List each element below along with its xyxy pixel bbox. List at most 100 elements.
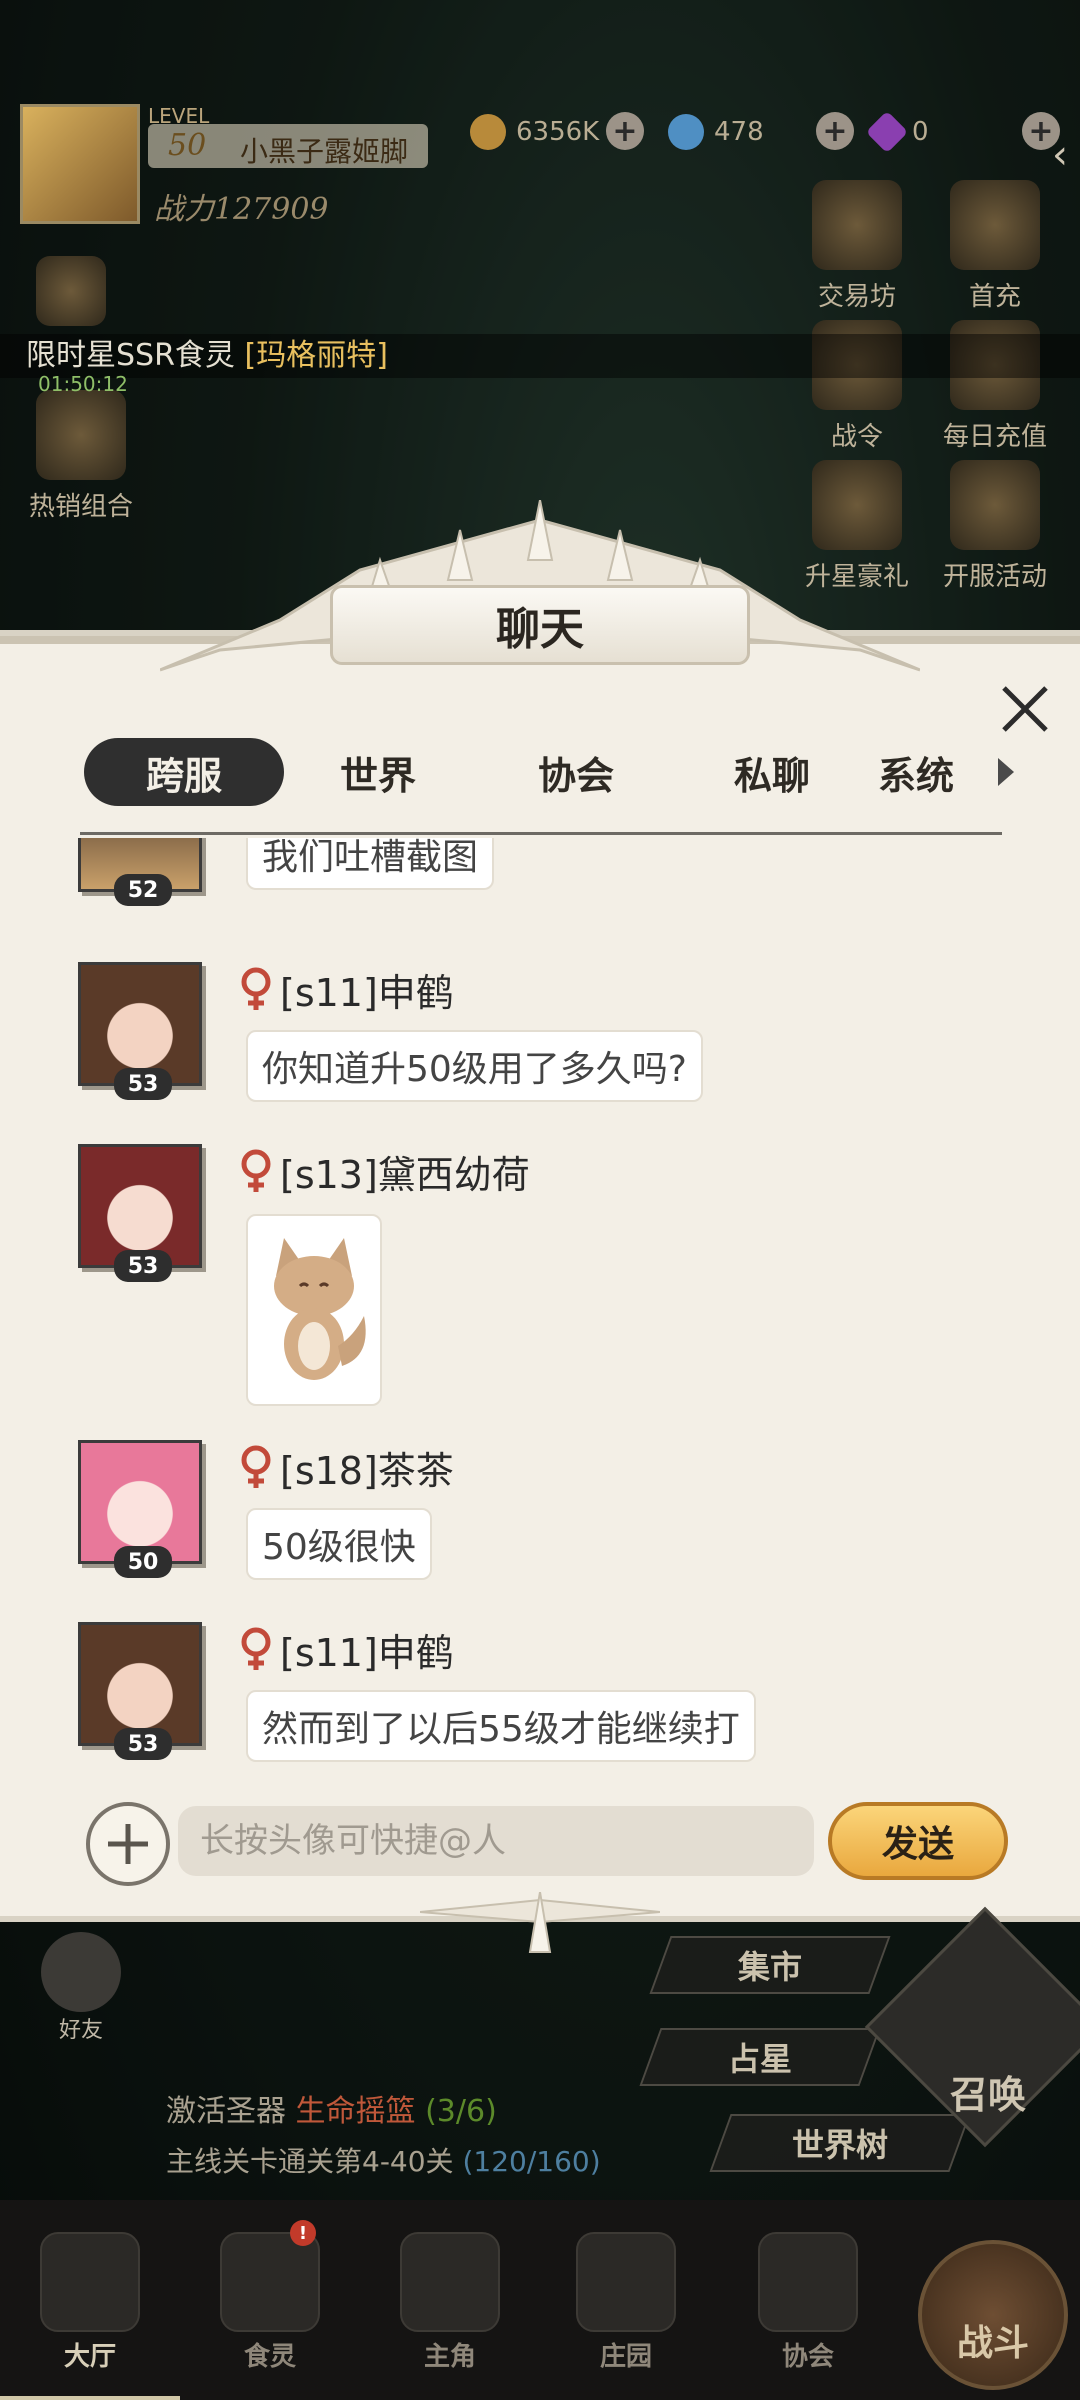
limited-offer-button[interactable]	[16, 256, 126, 332]
bottom-nav: 大厅 食灵 主角 庄园 协会	[0, 2200, 1080, 2400]
gem-display: 478	[668, 112, 764, 152]
house-icon	[576, 2232, 676, 2332]
quest2-progress: (120/160)	[462, 2145, 601, 2178]
friends-label: 好友	[58, 2018, 103, 2043]
add-gold-button[interactable]: +	[606, 112, 644, 150]
fox-sticker-icon	[274, 1238, 366, 1380]
quest-main-stage[interactable]: 主线关卡通关第4-40关 (120/160)	[166, 2140, 601, 2180]
diamond-display: 0	[865, 110, 929, 154]
astrology-label: 占星	[727, 2040, 792, 2078]
add-gem-button[interactable]: +	[816, 112, 854, 150]
first-recharge-label: 首充	[968, 282, 1021, 312]
collapse-arrow-icon[interactable]: ‹	[1040, 130, 1080, 180]
world-tree-button[interactable]: 世界树	[709, 2114, 971, 2172]
diamond-icon	[865, 110, 909, 154]
add-attachment-button[interactable]	[86, 1802, 170, 1886]
astrology-button[interactable]: 占星	[639, 2028, 881, 2086]
sender-name: [s18]茶茶	[236, 1444, 454, 1493]
rose-icon	[950, 460, 1040, 550]
gold-amount: 6356K	[516, 117, 600, 147]
battle-pass-label: 战令	[830, 422, 883, 452]
message-bubble: 我们吐槽截图	[246, 838, 495, 890]
close-button[interactable]	[996, 680, 1054, 738]
trade-shop-button[interactable]: 交易坊	[792, 180, 922, 313]
quest1-prefix: 激活圣器	[166, 2094, 286, 2129]
gem-amount: 478	[714, 117, 764, 147]
tab-scroll-arrow-icon[interactable]	[998, 758, 1014, 786]
player-level: 50	[168, 128, 207, 163]
avatar-level: 52	[114, 874, 172, 906]
server-event-label: 开服活动	[942, 562, 1047, 592]
friends-button[interactable]: 好友	[36, 1932, 126, 2044]
sender-name-text: [s11]申鹤	[280, 970, 454, 1015]
avatar-level: 53	[114, 1068, 172, 1100]
message-bubble: 50级很快	[246, 1508, 432, 1580]
send-label: 发送	[881, 1823, 954, 1865]
nav-active-indicator	[0, 2396, 180, 2400]
spirit-icon	[220, 2232, 320, 2332]
combat-power: 战力127909	[154, 192, 329, 227]
player-name: 小黑子露姬脚	[240, 135, 409, 168]
female-icon	[241, 967, 271, 1010]
gem-icon	[668, 114, 704, 150]
bundle-icon	[36, 390, 126, 480]
gold-display: 6356K	[470, 112, 599, 152]
diamond-chest-icon	[950, 180, 1040, 270]
avatar-image	[81, 965, 199, 1083]
player-avatar[interactable]	[20, 104, 140, 224]
battle-label: 战斗	[956, 2322, 1029, 2364]
ticker-text: 星SSR食灵	[86, 338, 235, 373]
battle-button[interactable]: 战斗	[918, 2240, 1068, 2390]
chat-input[interactable]	[178, 1806, 814, 1876]
trade-shop-label: 交易坊	[817, 282, 896, 312]
hot-bundle-button[interactable]: 热销组合	[16, 390, 146, 523]
fox-sticker[interactable]	[246, 1214, 382, 1406]
quest1-progress: (3/6)	[425, 2094, 497, 2129]
message-list[interactable]: 52 我们吐槽截图 53 [s11]申鹤 你知道升50级用了多久吗? 53 [s…	[0, 838, 1080, 1778]
chat-tabs: 跨服 世界 协会 私聊 系统	[80, 738, 1020, 810]
sender-name-text: [s13]黛西幼荷	[280, 1152, 530, 1197]
nav-guild[interactable]: 协会	[748, 2232, 868, 2373]
limited-label: 限时	[26, 338, 86, 373]
avatar-image	[81, 1625, 199, 1743]
close-icon	[1002, 686, 1048, 732]
market-button[interactable]: 集市	[649, 1936, 891, 1994]
send-button[interactable]: 发送	[828, 1802, 1008, 1880]
avatar-image	[81, 1443, 199, 1561]
ticker-highlight: [玛格丽特]	[244, 338, 388, 373]
guild-shield-icon	[758, 2232, 858, 2332]
server-event-button[interactable]: 开服活动	[930, 460, 1060, 593]
daily-recharge-label: 每日充值	[942, 422, 1047, 452]
diamond-amount: 0	[912, 117, 929, 147]
nav-lobby-label: 大厅	[63, 2342, 116, 2372]
tab-divider	[80, 832, 1002, 835]
first-recharge-button[interactable]: 首充	[930, 180, 1060, 313]
tab-private[interactable]: 私聊	[672, 738, 872, 806]
nav-hero[interactable]: 主角	[390, 2232, 510, 2373]
friends-icon	[41, 1932, 121, 2012]
nav-manor[interactable]: 庄园	[566, 2232, 686, 2373]
tab-cross-server[interactable]: 跨服	[84, 738, 284, 806]
quest-artifact[interactable]: 激活圣器 生命摇篮 (3/6)	[166, 2086, 497, 2130]
nav-spirits[interactable]: 食灵	[210, 2232, 330, 2373]
castle-icon	[40, 2232, 140, 2332]
avatar-level: 53	[114, 1728, 172, 1760]
tab-world[interactable]: 世界	[278, 738, 478, 806]
notification-badge-icon: !	[290, 2220, 316, 2246]
limited-timer: 01:50:12	[38, 372, 128, 396]
quest1-item: 生命摇篮	[295, 2094, 416, 2129]
sender-name-text: [s18]茶茶	[280, 1448, 454, 1493]
tab-system[interactable]: 系统	[868, 738, 988, 806]
announcement-ticker: 限时星SSR食灵 [玛格丽特]	[0, 334, 1080, 378]
message-bubble: 你知道升50级用了多久吗?	[246, 1030, 703, 1102]
sender-name: [s11]申鹤	[236, 966, 454, 1015]
chat-title: 聊天	[496, 604, 584, 655]
tab-guild[interactable]: 协会	[476, 738, 676, 806]
nav-spirits-label: 食灵	[243, 2342, 296, 2372]
nav-lobby[interactable]: 大厅	[30, 2232, 150, 2373]
female-icon	[241, 1445, 271, 1488]
coin-icon	[470, 114, 506, 150]
avatar-image	[81, 1147, 199, 1265]
summon-label: 召唤	[950, 2072, 1027, 2117]
nav-guild-label: 协会	[781, 2342, 834, 2372]
